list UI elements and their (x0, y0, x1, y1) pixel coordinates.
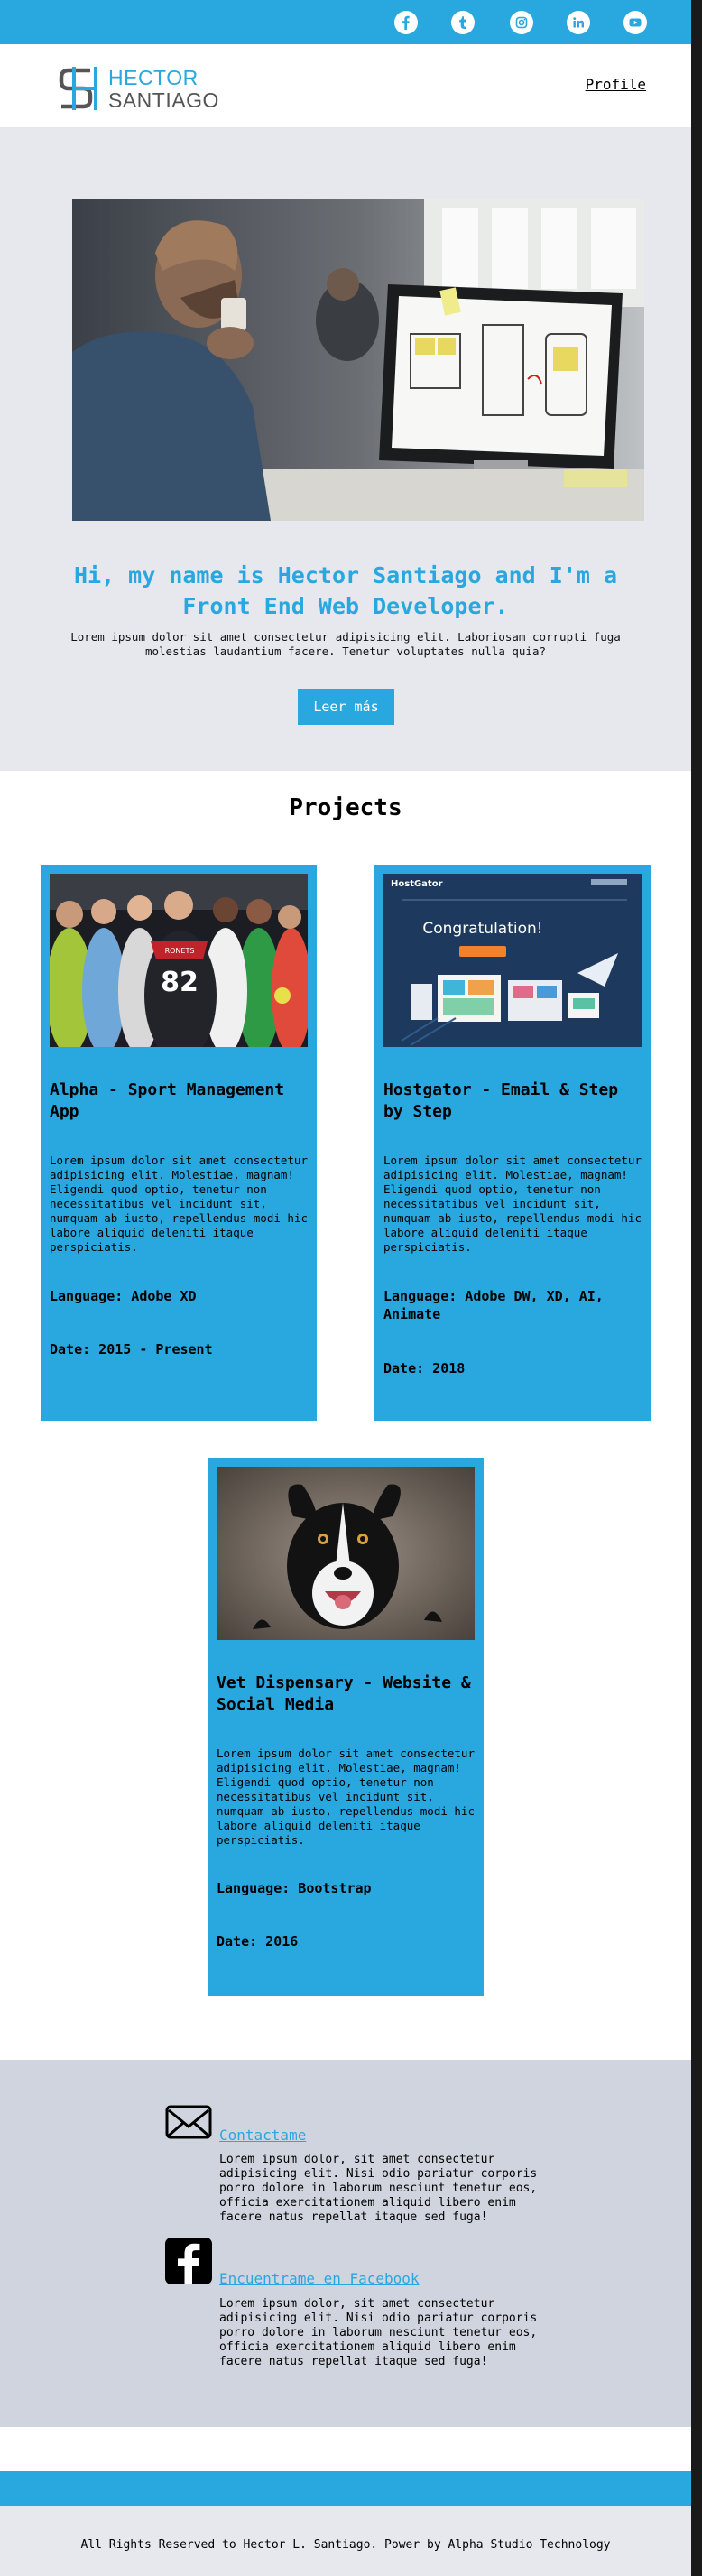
project-image: RONETS 82 (50, 874, 308, 1047)
logo-text-first: HECTOR (108, 66, 199, 89)
logo-text-last: SANTIAGO (108, 88, 219, 112)
site-footer: All Rights Reserved to Hector L. Santiag… (0, 2506, 691, 2576)
project-date: Date: 2016 (217, 1933, 299, 1950)
footer-bar (0, 2471, 691, 2506)
project-title: Hostgator - Email & Step by Step (383, 1080, 619, 1121)
logo-mark-icon (59, 67, 97, 110)
project-title: Alpha - Sport Management App (50, 1080, 285, 1121)
hero-image (72, 199, 644, 521)
hero-text: Lorem ipsum dolor sit amet consectetur a… (70, 630, 621, 658)
project-card: Vet Dispensary - Website & Social Media … (208, 1458, 484, 1996)
facebook-link[interactable]: Encuentrame en Facebook (219, 2270, 420, 2287)
project-description: Lorem ipsum dolor sit amet consectetur a… (217, 1747, 475, 1847)
page: HECTOR SANTIAGO Profile Hi, my name is H… (0, 0, 691, 2576)
instagram-icon[interactable] (510, 11, 533, 34)
envelope-icon (165, 2105, 212, 2139)
site-header: HECTOR SANTIAGO Profile (0, 44, 691, 127)
linkedin-icon[interactable] (567, 11, 590, 34)
project-date: Date: 2018 (383, 1360, 466, 1376)
hostgator-headline: Congratulation! (422, 920, 542, 938)
hero-title: Hi, my name is Hector Santiago and I'm a… (73, 562, 618, 619)
window-edge (691, 0, 702, 2576)
facebook-square-icon (165, 2238, 212, 2284)
tumblr-icon[interactable] (451, 11, 475, 34)
logo[interactable]: HECTOR SANTIAGO (56, 65, 218, 112)
copyright-text: All Rights Reserved to Hector L. Santiag… (80, 2538, 611, 2552)
project-title: Vet Dispensary - Website & Social Media (217, 1673, 471, 1714)
youtube-icon[interactable] (623, 11, 647, 34)
project-date: Date: 2015 - Present (50, 1341, 213, 1357)
projects-heading: Projects (289, 794, 402, 821)
project-image (217, 1467, 475, 1640)
project-card: RONETS 82 Alpha - Sport Management App L… (41, 865, 317, 1421)
project-card: HostGator Congratulation! Hostgator - Em… (374, 865, 651, 1421)
project-image: HostGator Congratulation! (383, 874, 642, 1047)
contact-text: Lorem ipsum dolor, sit amet consectetur … (219, 2297, 538, 2368)
jersey-team-label: RONETS (165, 947, 195, 955)
nav-profile-link[interactable]: Profile (586, 76, 646, 93)
hero-section: Hi, my name is Hector Santiago and I'm a… (0, 127, 691, 771)
project-language: Language: Bootstrap (217, 1880, 372, 1896)
project-description: Lorem ipsum dolor sit amet consectetur a… (50, 1154, 308, 1254)
project-language: Language: Adobe XD (50, 1288, 197, 1304)
read-more-button[interactable]: Leer más (298, 689, 394, 725)
jersey-number: 82 (161, 967, 199, 998)
project-description: Lorem ipsum dolor sit amet consectetur a… (383, 1154, 642, 1254)
project-language: Language: Adobe DW, XD, AI, Animate (383, 1288, 604, 1322)
hostgator-brand: HostGator (391, 879, 443, 889)
contact-text: Lorem ipsum dolor, sit amet consectetur … (219, 2153, 538, 2224)
facebook-icon[interactable] (394, 11, 418, 34)
social-bar (0, 0, 691, 44)
contact-link[interactable]: Contactame (219, 2127, 306, 2144)
contact-section: Contactame Lorem ipsum dolor, sit amet c… (0, 2060, 691, 2427)
